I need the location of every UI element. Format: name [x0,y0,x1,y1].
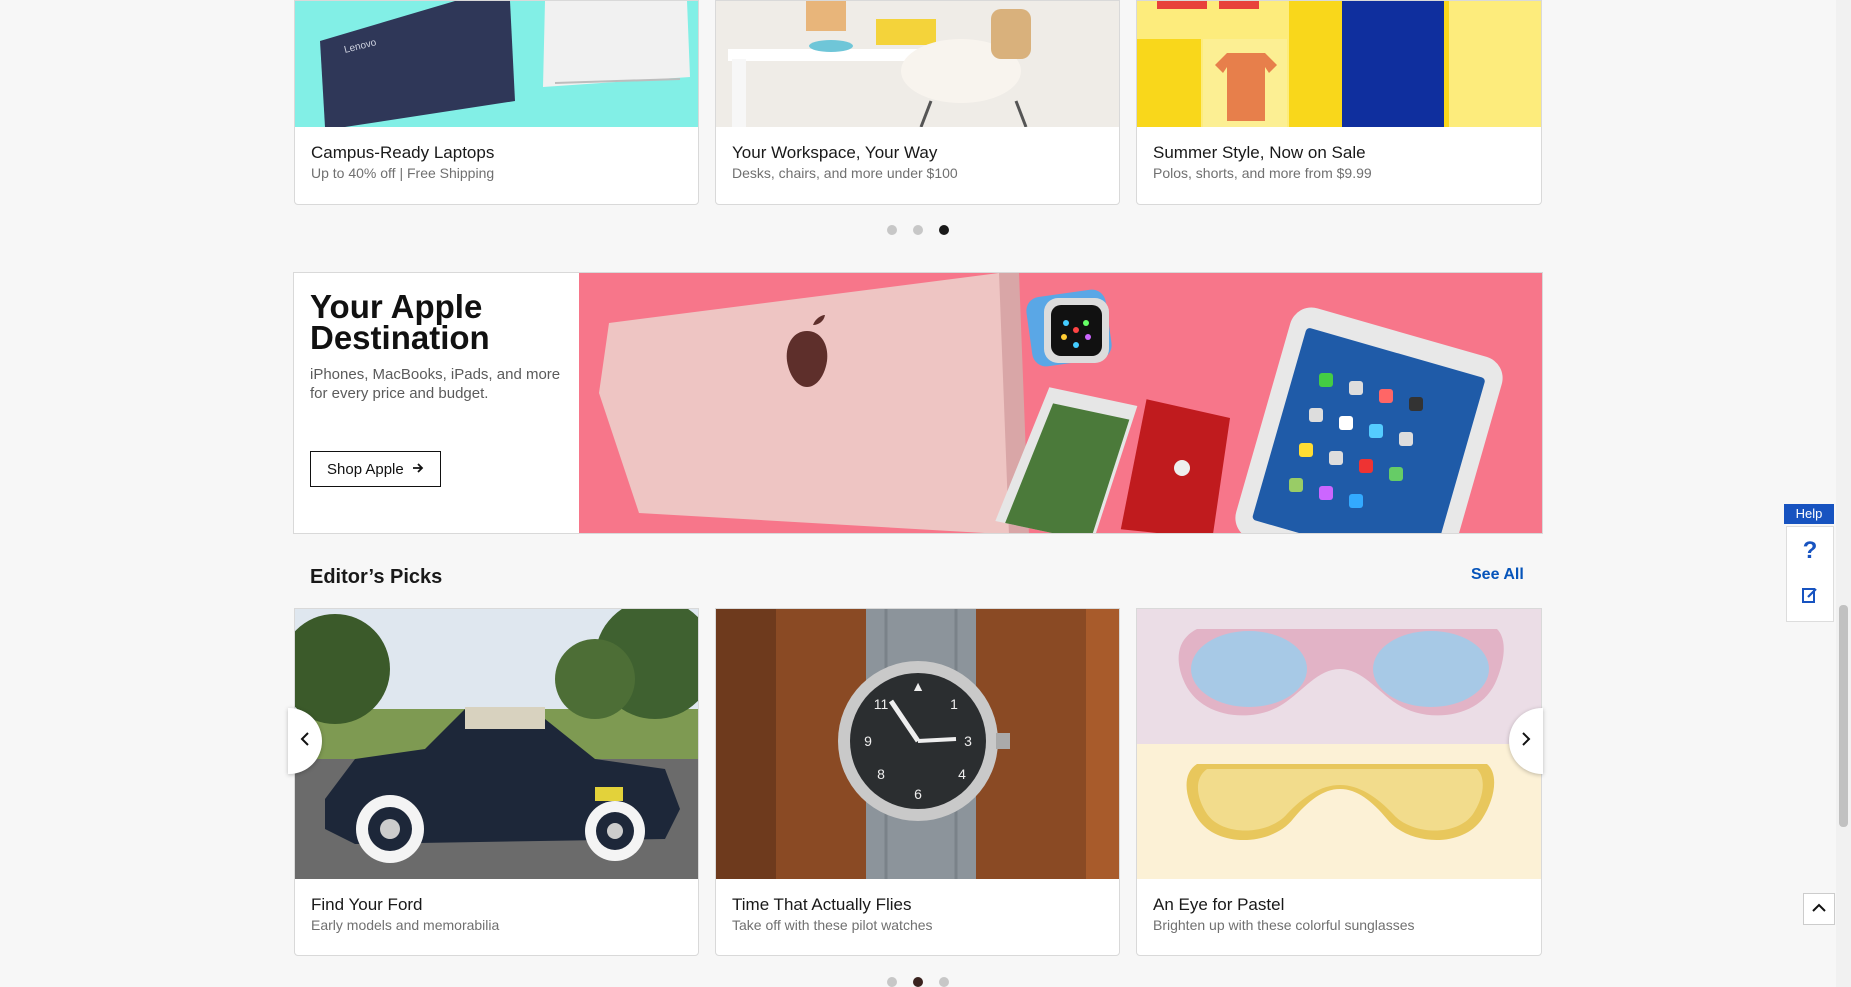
card-title: Find Your Ford [311,895,423,914]
scrollbar-thumb[interactable] [1839,605,1848,827]
shop-apple-button[interactable]: Shop Apple [310,451,441,487]
card-title: Time That Actually Flies [732,895,912,914]
chevron-right-icon [1520,731,1532,752]
card-subtitle: Up to 40% off | Free Shipping [311,165,495,181]
help-tab[interactable]: Help [1784,504,1834,524]
apple-banner[interactable]: Your Apple Destination iPhones, MacBooks… [293,272,1543,534]
svg-text:6: 6 [914,786,922,802]
pick-card-watch[interactable]: ▲ 3 6 9 1 4 8 11 Time That Actually Flies Take… [715,608,1120,956]
pick-card-ford[interactable]: Find Your Ford Early models and memorabi… [294,608,699,956]
svg-text:8: 8 [877,766,885,782]
arrow-right-icon [412,461,424,478]
card-subtitle: Desks, chairs, and more under $100 [732,165,958,181]
card-subtitle: Polos, shorts, and more from $9.99 [1153,165,1372,181]
svg-text:11: 11 [874,696,889,712]
picks-dot-2[interactable] [913,977,923,987]
feedback-button[interactable] [1787,574,1833,621]
promo-card-workspace[interactable]: Your Workspace, Your Way Desks, chairs, … [715,0,1120,205]
feedback-icon [1801,586,1819,609]
picks-dot-3[interactable] [939,977,949,987]
svg-text:▲: ▲ [911,678,925,694]
carousel-dot-2[interactable] [913,225,923,235]
banner-description: iPhones, MacBooks, iPads, and more for e… [310,366,561,402]
svg-text:4: 4 [958,766,966,782]
pick-card-sunglasses[interactable]: An Eye for Pastel Brighten up with these… [1136,608,1542,956]
editors-picks-title: Editor’s Picks [310,566,443,588]
card-subtitle: Early models and memorabilia [311,917,500,933]
card-title: Your Workspace, Your Way [732,143,938,162]
card-subtitle: Brighten up with these colorful sunglass… [1153,917,1415,933]
help-question-button[interactable]: ? [1787,527,1833,574]
vintage-ford-image [295,609,698,879]
promo-card-summer-style[interactable]: Summer Style, Now on Sale Polos, shorts,… [1136,0,1542,205]
page-scrollbar[interactable] [1836,0,1851,987]
chevron-up-icon [1811,900,1827,918]
promo-card-laptops[interactable]: Lenovo Campus-Ready Laptops Up to 40% of… [294,0,699,205]
svg-text:9: 9 [864,733,872,749]
apple-products-image [579,273,1542,533]
card-title: Summer Style, Now on Sale [1153,143,1366,162]
pilot-watch-image: ▲ 3 6 9 1 4 8 11 [716,609,1119,879]
question-mark-icon: ? [1802,536,1818,564]
pastel-sunglasses-image [1137,609,1541,879]
see-all-link[interactable]: See All [1471,566,1524,584]
help-panel: ? [1786,526,1834,622]
carousel-dot-3[interactable] [939,225,949,235]
carousel-dot-1[interactable] [887,225,897,235]
svg-text:1: 1 [950,696,958,712]
workspace-image [716,1,1119,127]
laptops-image: Lenovo [295,1,698,127]
card-title: An Eye for Pastel [1153,895,1285,914]
summer-style-image [1137,1,1541,127]
scroll-to-top-button[interactable] [1803,893,1835,925]
card-subtitle: Take off with these pilot watches [732,917,933,933]
shop-apple-label: Shop Apple [327,460,404,478]
picks-dot-1[interactable] [887,977,897,987]
banner-title: Your Apple Destination [310,288,490,356]
svg-text:3: 3 [964,733,972,749]
chevron-left-icon [299,731,311,752]
card-title: Campus-Ready Laptops [311,143,495,162]
